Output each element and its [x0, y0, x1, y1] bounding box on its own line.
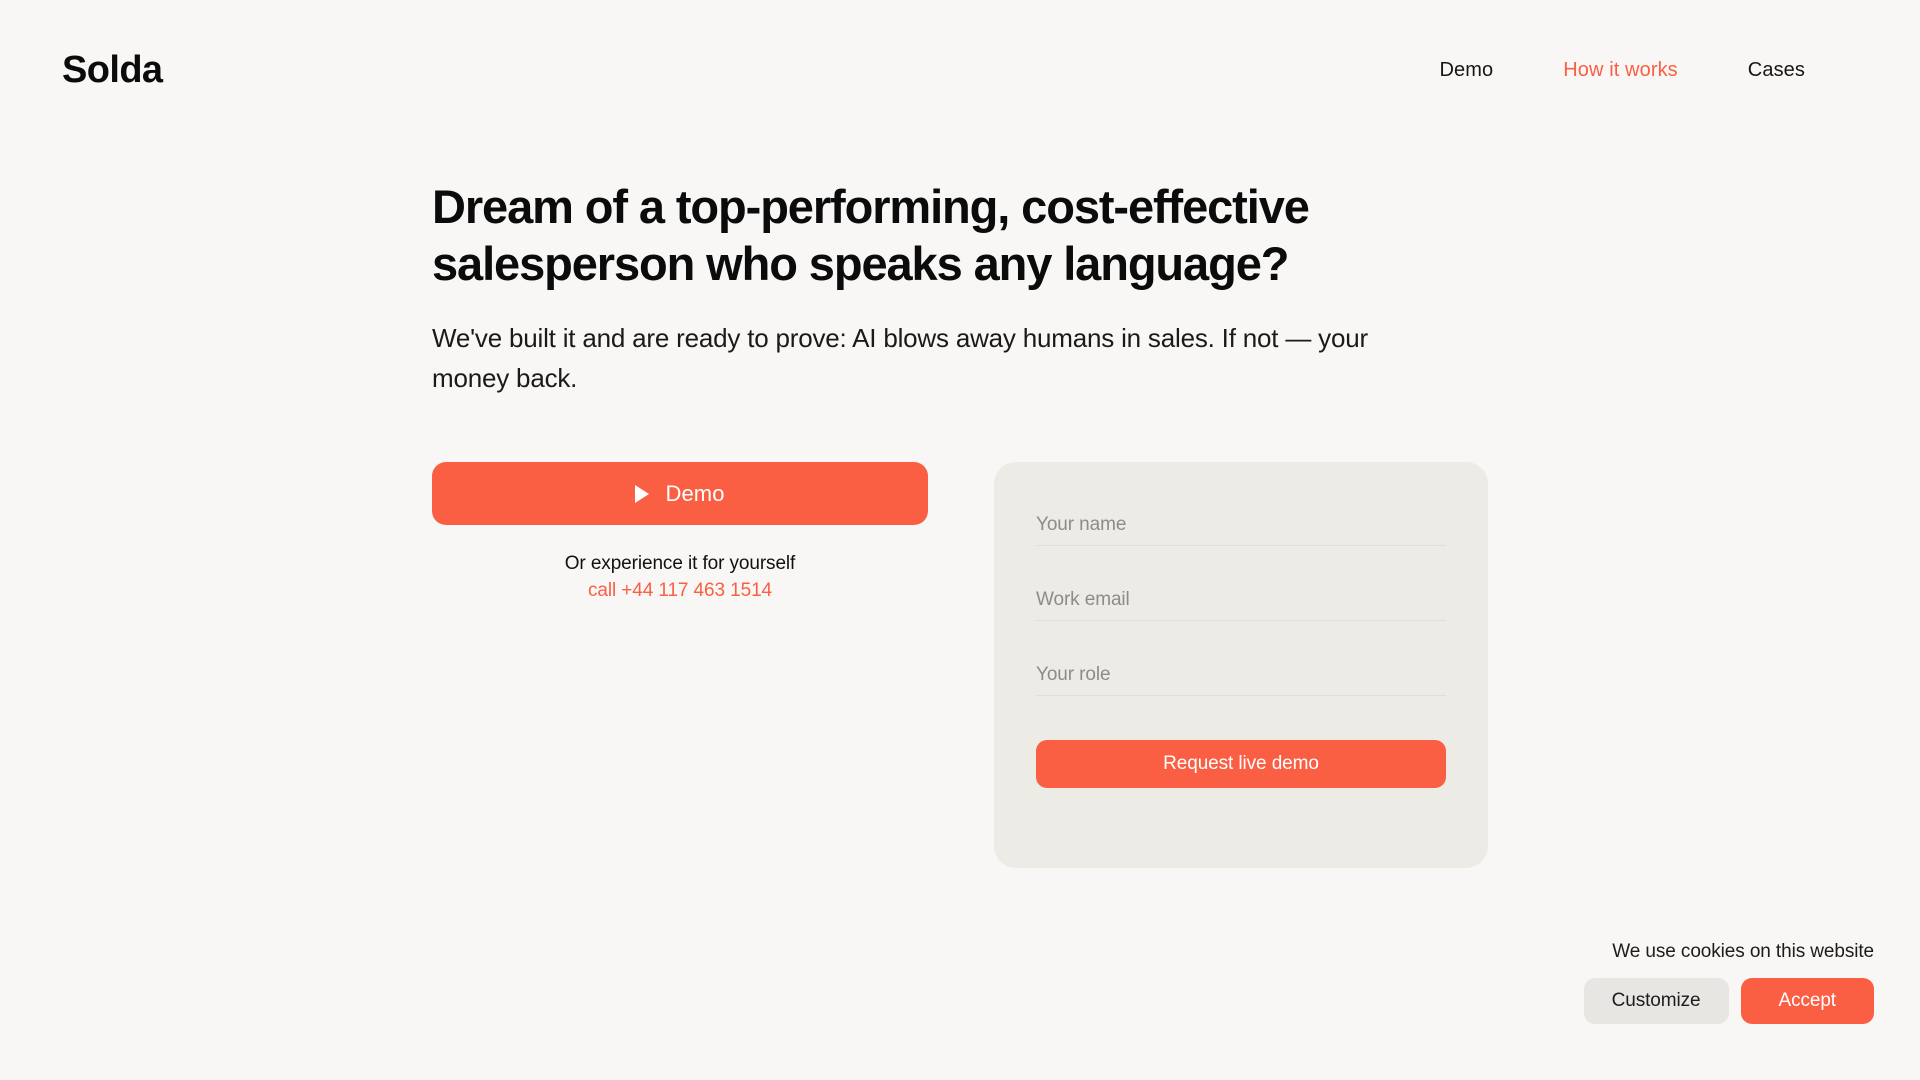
request-live-demo-button[interactable]: Request live demo: [1036, 740, 1446, 788]
request-demo-form: Request live demo: [994, 462, 1488, 868]
nav-link-how-it-works[interactable]: How it works: [1528, 53, 1713, 88]
main-navigation: Demo How it works Cases: [1404, 53, 1840, 88]
demo-button-label: Demo: [665, 480, 725, 506]
cookie-buttons: Customize Accept: [1583, 978, 1874, 1024]
play-icon: [635, 484, 650, 503]
hero-actions: Demo Or experience it for yourself call …: [432, 462, 1492, 868]
experience-note: Or experience it for yourself: [564, 553, 796, 574]
phone-link[interactable]: call +44 117 463 1514: [588, 578, 772, 603]
brand-logo[interactable]: Solda: [62, 51, 163, 89]
field-your-role: [1036, 662, 1446, 696]
nav-link-demo[interactable]: Demo: [1404, 53, 1528, 88]
field-your-name: [1036, 512, 1446, 546]
cookie-message: We use cookies on this website: [1612, 941, 1874, 962]
customize-cookies-button[interactable]: Customize: [1583, 978, 1729, 1024]
role-input[interactable]: [1036, 662, 1446, 696]
site-header: Solda Demo How it works Cases: [0, 0, 1920, 140]
hero-subtitle: We've built it and are ready to prove: A…: [432, 323, 1368, 393]
cookie-banner: We use cookies on this website Customize…: [1583, 941, 1874, 1024]
name-input[interactable]: [1036, 512, 1446, 546]
demo-column: Demo Or experience it for yourself call …: [432, 462, 928, 603]
nav-link-cases[interactable]: Cases: [1713, 53, 1840, 88]
hero-section: Dream of a top-performing, cost-effectiv…: [432, 178, 1532, 398]
accept-cookies-button[interactable]: Accept: [1740, 978, 1874, 1024]
page-title: Dream of a top-performing, cost-effectiv…: [432, 180, 1310, 290]
email-input[interactable]: [1036, 587, 1446, 621]
field-work-email: [1036, 587, 1446, 621]
demo-button[interactable]: Demo: [432, 462, 928, 525]
